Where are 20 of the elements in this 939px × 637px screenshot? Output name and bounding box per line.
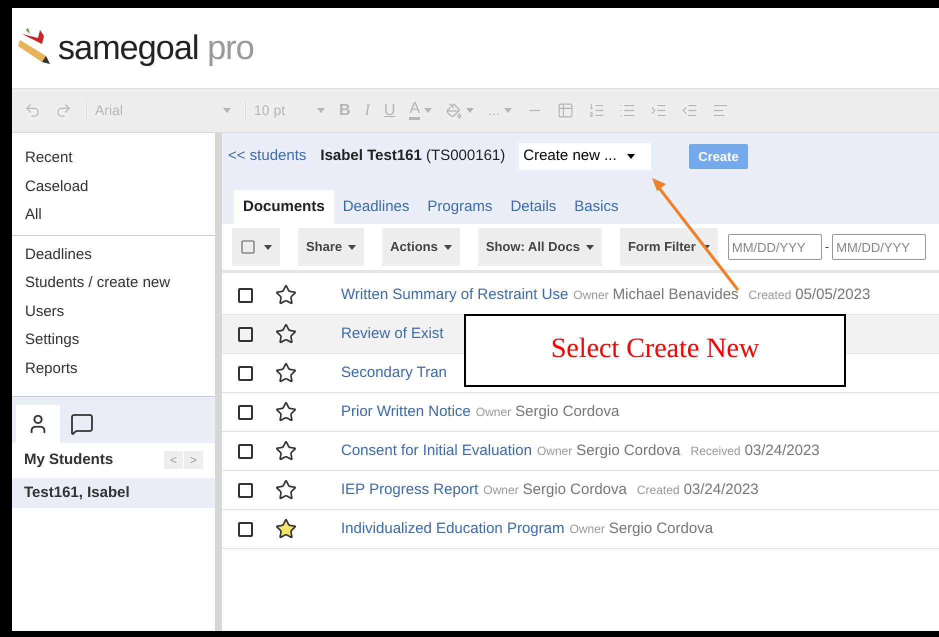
owner-name: Sergio Cordova — [576, 440, 681, 461]
document-date: 03/24/2023 — [684, 480, 759, 500]
document-date: 05/05/2023 — [795, 284, 870, 305]
list-title: My Students — [24, 450, 114, 470]
date-separator: - — [824, 238, 830, 256]
owner-name: Sergio Cordova — [522, 480, 627, 500]
document-date: 03/24/2023 — [744, 440, 820, 461]
date-label: Created — [636, 482, 680, 499]
owner-name: Sergio Cordova — [515, 402, 620, 422]
logo-text: samegoal pro — [58, 31, 254, 65]
owner-label: Owner — [476, 404, 512, 421]
owner-label: Owner — [569, 521, 605, 538]
student-title: Isabel Test161 (TS000161) — [320, 146, 506, 166]
owner-name: Sergio Cordova — [608, 518, 714, 539]
owner-label: Owner — [573, 287, 609, 304]
owner-label: Owner — [536, 443, 572, 460]
owner-name: Michael Benavides — [612, 284, 739, 305]
date-label: Created — [748, 287, 792, 304]
date-label: Received — [690, 443, 741, 460]
owner-label: Owner — [483, 482, 519, 499]
